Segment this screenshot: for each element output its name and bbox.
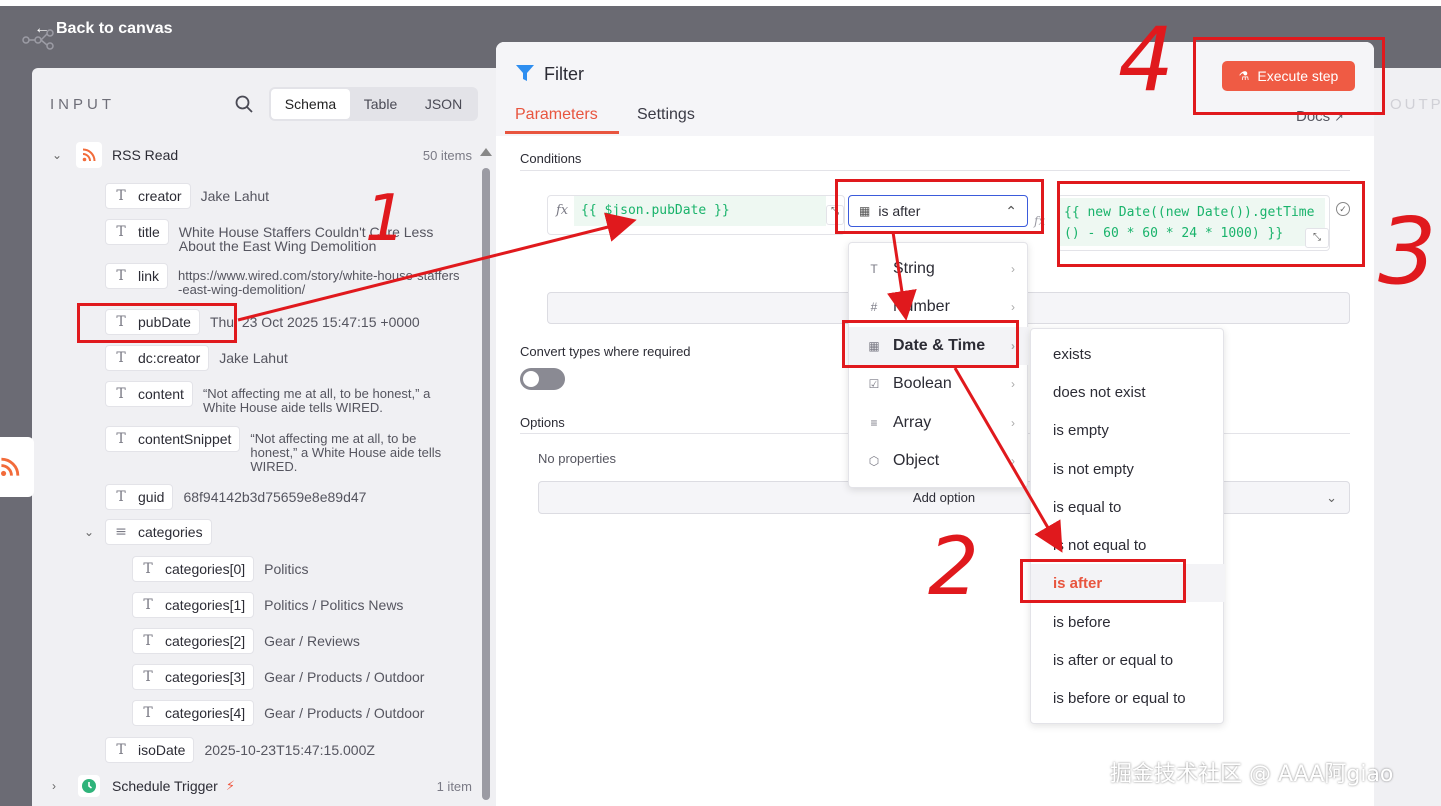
arrow-1	[237, 212, 637, 322]
watermark: 掘金技术社区 @ AAA阿giao	[1110, 762, 1394, 787]
annotation-number-3: 3	[1378, 198, 1437, 305]
annotation-number-2: 2	[928, 520, 979, 613]
arrow-2	[953, 367, 1063, 553]
annotation-arrows	[237, 212, 1063, 553]
annotation-number-1: 1	[365, 182, 406, 256]
annotation-number-4: 4	[1118, 8, 1174, 111]
arrow-type	[887, 231, 917, 321]
